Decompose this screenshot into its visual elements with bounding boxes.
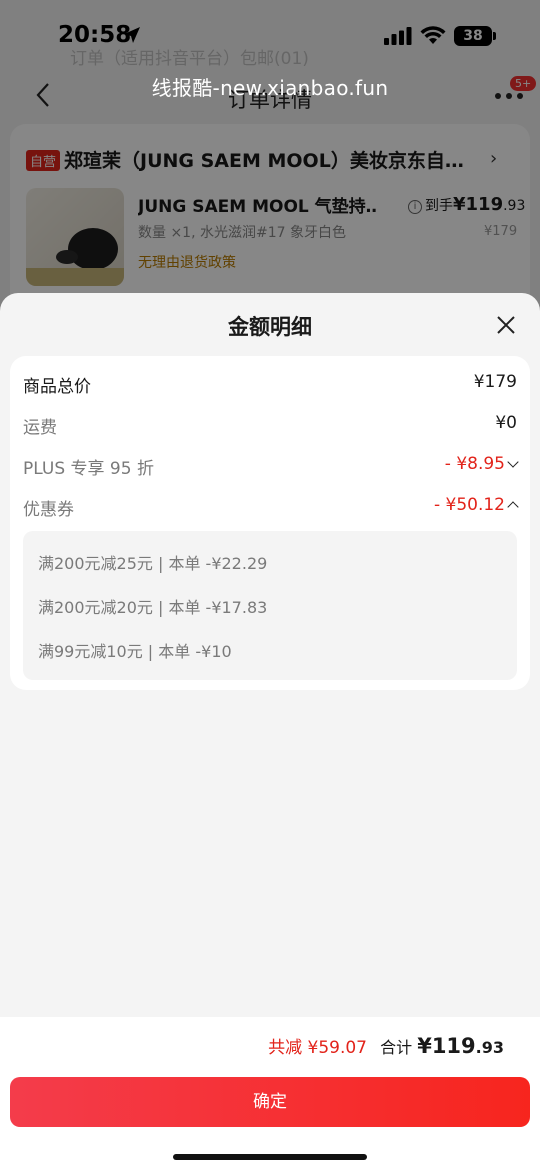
coupon-item: 满200元减20元 | 本单 -¥17.83: [38, 598, 268, 617]
plus-discount-value: - ¥8.95: [444, 454, 505, 474]
total-main: ¥119: [417, 1034, 476, 1058]
shipping-value: ¥0: [495, 413, 517, 433]
amount-detail-card: 商品总价 ¥179 运费 ¥0 PLUS 专享 95 折 - ¥8.95 优惠券…: [10, 356, 530, 690]
coupon-value: - ¥50.12: [433, 495, 505, 515]
sheet-footer: 共减 ¥59.07 合计 ¥119.93 确定: [0, 1017, 540, 1170]
close-icon[interactable]: [494, 313, 518, 337]
coupon-breakdown: 满200元减25元 | 本单 -¥22.29 满200元减20元 | 本单 -¥…: [23, 531, 517, 680]
shipping-row: 运费 ¥0: [23, 409, 517, 439]
coupon-row[interactable]: 优惠券 - ¥50.12: [23, 491, 519, 521]
goods-total-label: 商品总价: [23, 377, 91, 397]
coupon-value-wrap[interactable]: - ¥50.12: [433, 495, 519, 515]
total-savings: 共减 ¥59.07: [268, 1038, 367, 1058]
plus-discount-row[interactable]: PLUS 专享 95 折 - ¥8.95: [23, 450, 519, 480]
coupon-item: 满200元减25元 | 本单 -¥22.29: [38, 554, 268, 573]
total-decimal: .93: [475, 1038, 504, 1057]
coupon-item: 满99元减10元 | 本单 -¥10: [38, 642, 232, 661]
chevron-down-icon[interactable]: [507, 456, 519, 468]
chevron-up-icon[interactable]: [507, 501, 519, 513]
total-summary: 共减 ¥59.07 合计 ¥119.93: [268, 1033, 504, 1058]
confirm-button[interactable]: 确定: [10, 1077, 530, 1127]
sheet-title: 金额明细: [228, 315, 312, 339]
goods-total-value: ¥179: [473, 372, 517, 392]
watermark: 线报酷-new.xianbao.fun: [151, 76, 389, 100]
plus-discount-value-wrap[interactable]: - ¥8.95: [444, 454, 519, 474]
total-label: 合计: [380, 1038, 413, 1057]
coupon-label: 优惠券: [23, 500, 74, 520]
shipping-label: 运费: [23, 418, 57, 438]
home-indicator[interactable]: [173, 1154, 367, 1160]
plus-discount-label: PLUS 专享 95 折: [23, 459, 154, 479]
goods-total-row: 商品总价 ¥179: [23, 368, 517, 398]
